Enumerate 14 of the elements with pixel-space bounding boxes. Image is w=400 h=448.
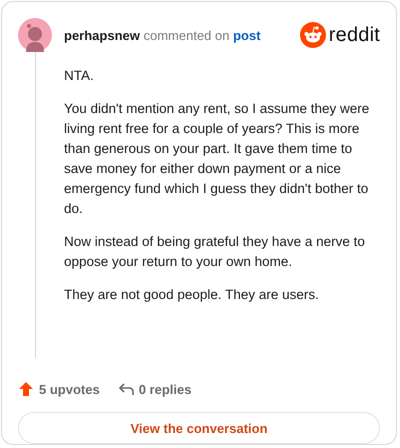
- post-link[interactable]: post: [233, 28, 261, 42]
- upvote-count: 5 upvotes: [39, 382, 100, 396]
- reply-count: 0 replies: [138, 382, 192, 396]
- brand-name: reddit: [328, 24, 380, 46]
- upvote-arrow-icon[interactable]: [18, 381, 34, 397]
- reply-arrow-icon[interactable]: [118, 382, 134, 396]
- alien-logo-icon: [300, 22, 326, 48]
- avatar-icon: [18, 18, 52, 52]
- view-conversation-button[interactable]: View the conversation: [18, 412, 380, 444]
- comment-paragraph: You didn't mention any rent, so I assume they were living rent free for a couple of years? This is more than generous on your part. It gave them time to save money for either down payment or a nice emergency fund which I guess they didn't bother to do.: [64, 100, 370, 218]
- comment-paragraph: Now instead of being grateful they have a nerve to oppose your return to your own home.: [64, 233, 366, 271]
- comment-byline: perhapsnew commented on post: [64, 28, 262, 42]
- comment-paragraph: NTA.: [64, 67, 95, 85]
- comment-paragraph: They are not good people. They are users.: [64, 286, 320, 304]
